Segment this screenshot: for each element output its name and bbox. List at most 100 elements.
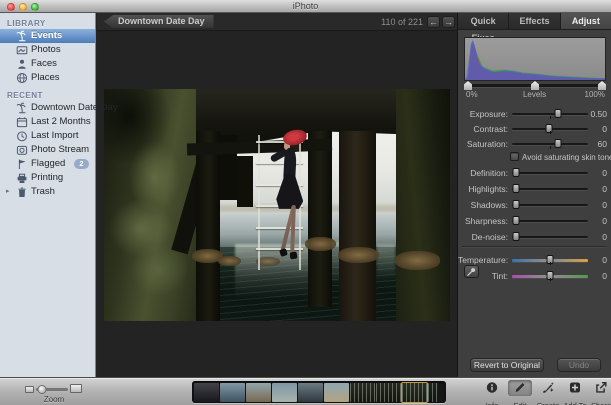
next-photo-button[interactable]: →: [442, 16, 455, 28]
tab-effects[interactable]: Effects: [509, 13, 561, 29]
contrast-slider-handle[interactable]: [545, 124, 553, 133]
shadows-slider-handle[interactable]: [512, 200, 520, 209]
info-button[interactable]: Info: [477, 380, 507, 405]
sidebar-item-photos[interactable]: Photos: [0, 43, 95, 57]
sidebar-item-last-import[interactable]: Last Import: [0, 129, 95, 143]
levels-white-point-handle[interactable]: [598, 81, 606, 90]
undo-button[interactable]: Undo: [557, 358, 601, 372]
sidebar-item-events[interactable]: Events: [0, 29, 95, 43]
temperature-slider-handle[interactable]: [546, 255, 554, 264]
saturation-slider[interactable]: [512, 139, 588, 149]
disclosure-triangle-icon[interactable]: ▸: [6, 185, 10, 199]
revert-to-original-button[interactable]: Revert to Original: [470, 358, 544, 372]
de-noise-label: De-noise:: [471, 232, 508, 242]
exposure-slider[interactable]: [512, 109, 588, 119]
calendar-icon: [16, 116, 28, 128]
adjust-panel: Quick Fixes Effects Adjust 0% Levels 100…: [457, 13, 611, 377]
highlights-label: Highlights:: [468, 184, 508, 194]
filmstrip-thumb[interactable]: [402, 382, 427, 402]
recent-section-header: RECENT: [7, 91, 43, 100]
edit-button[interactable]: Edit: [505, 380, 535, 405]
temperature-label: Temperature:: [458, 255, 509, 265]
create-button[interactable]: Create: [533, 380, 563, 405]
filmstrip-thumb[interactable]: [272, 382, 297, 402]
add-to-icon: [563, 380, 587, 396]
sidebar-item-last-2-months[interactable]: Last 2 Months: [0, 115, 95, 129]
sidebar-item-trash[interactable]: ▸ Trash: [0, 185, 95, 199]
sidebar-item-label: Events: [31, 30, 63, 41]
filmstrip-thumb[interactable]: [220, 382, 245, 402]
create-brush-icon: [536, 380, 560, 396]
tint-label: Tint:: [491, 271, 508, 281]
zoom-slider-handle[interactable]: [37, 385, 47, 394]
sidebar: LIBRARY Events Photos Faces Places RECEN…: [0, 13, 118, 377]
definition-slider-handle[interactable]: [512, 168, 520, 177]
tint-slider-handle[interactable]: [546, 271, 554, 280]
filmstrip-thumb[interactable]: [350, 382, 375, 402]
highlights-slider-handle[interactable]: [512, 184, 520, 193]
photo-piling: [237, 156, 253, 208]
sidebar-item-downtown-date-day[interactable]: Downtown Date Day: [0, 101, 118, 115]
definition-slider[interactable]: [512, 168, 588, 177]
share-button[interactable]: Share: [586, 380, 611, 405]
highlights-value: 0: [602, 184, 607, 194]
sidebar-item-places[interactable]: Places: [0, 71, 95, 85]
filmstrip-thumb[interactable]: [324, 382, 349, 402]
photo-stream-icon: [16, 144, 28, 156]
de-noise-value: 0: [602, 232, 607, 242]
tab-quick-fixes[interactable]: Quick Fixes: [458, 13, 510, 43]
filmstrip-thumb[interactable]: [428, 382, 438, 402]
tab-adjust[interactable]: Adjust: [560, 13, 611, 29]
temperature-value: 0: [602, 255, 607, 265]
definition-label: Definition:: [470, 168, 508, 178]
tint-slider[interactable]: [512, 271, 588, 281]
shadows-slider[interactable]: [512, 200, 588, 209]
sidebar-item-label: Printing: [31, 172, 64, 183]
filmstrip-thumb[interactable]: [298, 382, 323, 402]
levels-slider[interactable]: [464, 81, 606, 90]
sidebar-item-printing[interactable]: Printing: [0, 171, 95, 185]
levels-black-point-handle[interactable]: [464, 81, 472, 90]
de-noise-slider-handle[interactable]: [512, 232, 520, 241]
info-icon: [480, 380, 504, 396]
edit-tabs: Quick Fixes Effects Adjust: [458, 13, 611, 43]
back-to-event-button[interactable]: Downtown Date Day: [104, 15, 214, 28]
photo-counter: 110 of 221: [381, 17, 423, 27]
contrast-value: 0: [602, 124, 607, 134]
avoid-saturating-skin-tones-checkbox[interactable]: [510, 152, 519, 161]
temperature-slider[interactable]: [512, 255, 588, 265]
de-noise-slider[interactable]: [512, 232, 588, 241]
sidebar-item-flagged[interactable]: Flagged 2: [0, 157, 95, 171]
sharpness-slider[interactable]: [512, 216, 588, 225]
sidebar-item-label: Last 2 Months: [31, 116, 91, 127]
sidebar-item-label: Last Import: [31, 130, 79, 141]
events-icon: [16, 30, 28, 42]
exposure-value: 0.50: [590, 109, 607, 119]
content-toolbar: Downtown Date Day 110 of 221 ← →: [97, 13, 457, 31]
highlights-slider[interactable]: [512, 184, 588, 193]
places-icon: [16, 72, 28, 84]
share-icon: [589, 380, 611, 396]
highlights-slider-row: Highlights: 0: [458, 182, 611, 195]
previous-photo-button[interactable]: ←: [427, 16, 440, 28]
filmstrip-thumb[interactable]: [376, 382, 401, 402]
sidebar-item-label: Flagged: [31, 158, 66, 169]
sidebar-item-label: Downtown Date Day: [31, 102, 118, 113]
tint-slider-row: Tint: 0: [458, 269, 611, 282]
sidebar-item-faces[interactable]: Faces: [0, 57, 95, 71]
main-photo[interactable]: [104, 89, 450, 321]
filmstrip-thumb[interactable]: [194, 382, 219, 402]
sidebar-item-photo-stream[interactable]: Photo Stream: [0, 143, 95, 157]
levels-midtone-handle[interactable]: [531, 81, 539, 90]
saturation-slider-handle[interactable]: [554, 139, 562, 148]
iphoto-window: iPhoto LIBRARY Events Photos Faces Place…: [0, 0, 611, 405]
sharpness-slider-handle[interactable]: [512, 216, 520, 225]
filmstrip-thumb[interactable]: [246, 382, 271, 402]
definition-slider-row: Definition: 0: [458, 166, 611, 179]
photo-barnacles: [337, 246, 380, 263]
contrast-slider[interactable]: [512, 124, 588, 134]
shadows-label: Shadows:: [470, 200, 508, 210]
sharpness-value: 0: [602, 216, 607, 226]
exposure-slider-handle[interactable]: [554, 109, 562, 118]
zoom-slider[interactable]: [36, 385, 68, 394]
